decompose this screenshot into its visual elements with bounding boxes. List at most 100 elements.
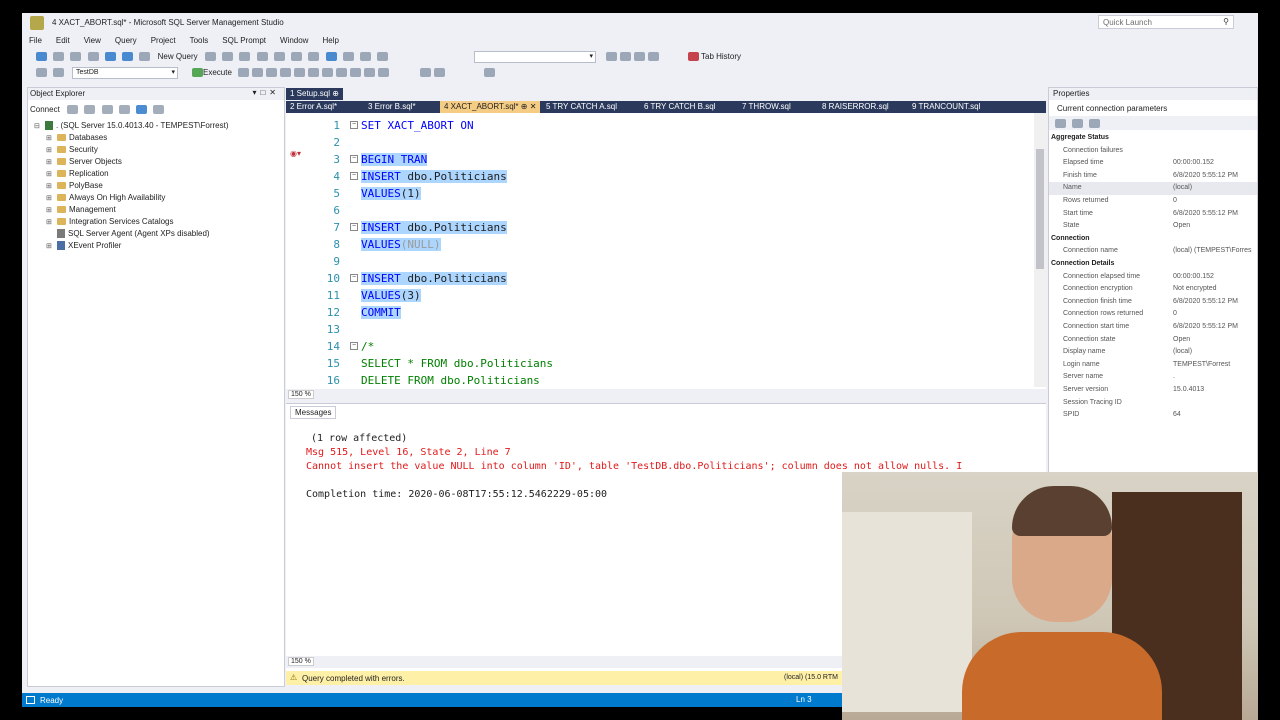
categorized-icon[interactable] bbox=[1055, 119, 1066, 128]
stop-icon[interactable] bbox=[101, 105, 113, 114]
parse-icon[interactable] bbox=[252, 68, 263, 77]
property-row[interactable]: SPID 64 bbox=[1049, 409, 1257, 422]
comment-icon[interactable] bbox=[336, 68, 347, 77]
tree-node-security[interactable]: ⊞ Security bbox=[46, 144, 98, 156]
toolbox-icon[interactable] bbox=[620, 52, 631, 61]
back-icon[interactable] bbox=[36, 52, 47, 61]
property-row[interactable]: Rows returned 0 bbox=[1049, 195, 1257, 208]
editor-scrollbar[interactable] bbox=[1034, 113, 1046, 387]
tab-setup[interactable]: 1 Setup.sql ⊕ bbox=[286, 88, 343, 100]
tree-node-server-objects[interactable]: ⊞ Server Objects bbox=[46, 156, 122, 168]
save-all-icon[interactable] bbox=[122, 52, 134, 61]
pin-icon[interactable]: ⊕ bbox=[332, 89, 339, 98]
fold-toggle-icon[interactable]: − bbox=[350, 172, 358, 180]
property-row[interactable]: Display name (local) bbox=[1049, 346, 1257, 359]
connect-icon[interactable] bbox=[36, 68, 47, 77]
tab-error-a[interactable]: 2 Error A.sql* bbox=[286, 101, 341, 113]
close-icon[interactable]: ✕ bbox=[530, 102, 537, 111]
results-to-text-icon[interactable] bbox=[294, 68, 305, 77]
query-xmla-icon[interactable] bbox=[239, 52, 251, 61]
undo-icon[interactable] bbox=[325, 52, 337, 61]
menu-tools[interactable]: Tools bbox=[183, 34, 216, 48]
cancel-query-icon[interactable] bbox=[238, 68, 249, 77]
properties-object-selector[interactable]: Current connection parameters bbox=[1049, 102, 1257, 114]
execute-icon[interactable] bbox=[192, 68, 203, 77]
fold-toggle-icon[interactable]: − bbox=[350, 223, 358, 231]
tree-server-node[interactable]: ⊟ . (SQL Server 15.0.4013.40 - TEMPEST\Fo… bbox=[34, 120, 229, 132]
property-row[interactable]: Session Tracing ID bbox=[1049, 397, 1257, 410]
solution-config-icon[interactable] bbox=[377, 52, 389, 61]
template-icon[interactable] bbox=[648, 52, 659, 61]
tree-node-integration-services[interactable]: ⊞ Integration Services Catalogs bbox=[46, 216, 174, 228]
activity-monitor-icon[interactable] bbox=[153, 105, 165, 114]
property-row[interactable]: Connection start time 6/8/2020 5:55:12 PM bbox=[1049, 321, 1257, 334]
estimated-plan-icon[interactable] bbox=[266, 68, 277, 77]
new-file-icon[interactable] bbox=[87, 52, 99, 61]
property-row[interactable]: Connection encryption Not encrypted bbox=[1049, 283, 1257, 296]
debug-icon[interactable] bbox=[360, 52, 371, 61]
messages-tab[interactable]: Messages bbox=[290, 406, 337, 419]
property-row[interactable]: Connection rows returned 0 bbox=[1049, 308, 1257, 321]
results-to-file-icon[interactable] bbox=[322, 68, 333, 77]
tab-history-icon[interactable] bbox=[688, 52, 699, 61]
change-connection-icon[interactable] bbox=[53, 68, 65, 77]
pin-icon[interactable]: ⊕ bbox=[521, 102, 528, 111]
query-mdx-icon[interactable] bbox=[204, 52, 216, 61]
tab-raiserror[interactable]: 8 RAISERROR.sql bbox=[818, 101, 893, 113]
menu-project[interactable]: Project bbox=[144, 34, 183, 48]
database-selector[interactable]: TestDB ▾ bbox=[72, 67, 178, 79]
specify-values-icon[interactable] bbox=[420, 68, 431, 77]
tab-throw[interactable]: 7 THROW.sql bbox=[738, 101, 795, 113]
tree-node-polybase[interactable]: ⊞ PolyBase bbox=[46, 180, 103, 192]
property-row[interactable]: Connection name (local) (TEMPEST\Forres bbox=[1049, 245, 1257, 258]
registered-servers-icon[interactable] bbox=[634, 52, 645, 61]
cut-icon[interactable] bbox=[273, 52, 285, 61]
property-row[interactable]: Server name. bbox=[1049, 371, 1257, 384]
fold-toggle-icon[interactable]: − bbox=[350, 155, 358, 163]
sql-editor[interactable]: ◉▾ 1− SET XACT_ABORT ON 2 3− BEGIN TRAN 4− INS… bbox=[286, 113, 1046, 401]
execute-button[interactable]: Execute bbox=[203, 65, 232, 81]
menu-window[interactable]: Window bbox=[273, 34, 315, 48]
fold-toggle-icon[interactable]: − bbox=[350, 121, 358, 129]
tab-history-button[interactable]: Tab History bbox=[701, 49, 741, 65]
property-row[interactable]: Connection failures bbox=[1049, 145, 1257, 158]
customize-toolbar-icon[interactable] bbox=[484, 68, 495, 77]
tab-try-catch-a[interactable]: 5 TRY CATCH A.sql bbox=[542, 101, 621, 113]
solution-combo[interactable]: ▾ bbox=[474, 51, 596, 63]
tree-node-databases[interactable]: ⊞ Databases bbox=[46, 132, 107, 144]
filter-icon[interactable] bbox=[118, 105, 130, 114]
property-row[interactable]: Finish time 6/8/2020 5:55:12 PM bbox=[1049, 170, 1257, 183]
property-category[interactable]: Aggregate Status bbox=[1049, 132, 1257, 145]
property-row[interactable]: Server version 15.0.4013 bbox=[1049, 384, 1257, 397]
fold-toggle-icon[interactable]: − bbox=[350, 342, 358, 350]
menu-file[interactable]: File bbox=[22, 34, 49, 48]
property-row[interactable]: Connection finish time 6/8/2020 5:55:12 P… bbox=[1049, 296, 1257, 309]
tab-xact-abort[interactable]: 4 XACT_ABORT.sql* ⊕ ✕ bbox=[440, 101, 541, 113]
disconnect-icon[interactable] bbox=[84, 105, 96, 114]
properties-icon[interactable] bbox=[606, 52, 617, 61]
copy-icon[interactable] bbox=[291, 52, 303, 61]
query-das-icon[interactable] bbox=[256, 52, 268, 61]
menu-edit[interactable]: Edit bbox=[49, 34, 77, 48]
new-query-icon[interactable] bbox=[139, 52, 151, 61]
uncomment-icon[interactable] bbox=[350, 68, 361, 77]
property-row[interactable]: Name (local) bbox=[1049, 182, 1257, 195]
quick-launch-input[interactable]: Quick Launch ⚲ bbox=[1098, 15, 1234, 29]
property-row[interactable]: Start time 6/8/2020 5:55:12 PM bbox=[1049, 208, 1257, 221]
menu-sql-prompt[interactable]: SQL Prompt bbox=[215, 34, 273, 48]
save-icon[interactable] bbox=[104, 52, 116, 61]
query-dmx-icon[interactable] bbox=[222, 52, 234, 61]
property-pages-icon[interactable] bbox=[1089, 119, 1101, 128]
connect-dropdown-icon[interactable] bbox=[67, 105, 79, 114]
property-row[interactable]: Connection elapsed time 00:00:00.152 bbox=[1049, 271, 1257, 284]
connect-button[interactable]: Connect bbox=[30, 102, 60, 118]
property-row[interactable]: Login name TEMPEST\Forrest bbox=[1049, 359, 1257, 372]
refresh-icon[interactable] bbox=[135, 105, 147, 114]
new-query-button[interactable]: New Query bbox=[158, 49, 198, 65]
menu-help[interactable]: Help bbox=[315, 34, 345, 48]
property-row[interactable]: Elapsed time 00:00:00.152 bbox=[1049, 157, 1257, 170]
paste-icon[interactable] bbox=[308, 52, 320, 61]
results-to-grid-icon[interactable] bbox=[308, 68, 319, 77]
menu-view[interactable]: View bbox=[77, 34, 108, 48]
tree-node-sql-agent[interactable]: SQL Server Agent (Agent XPs disabled) bbox=[46, 228, 210, 240]
